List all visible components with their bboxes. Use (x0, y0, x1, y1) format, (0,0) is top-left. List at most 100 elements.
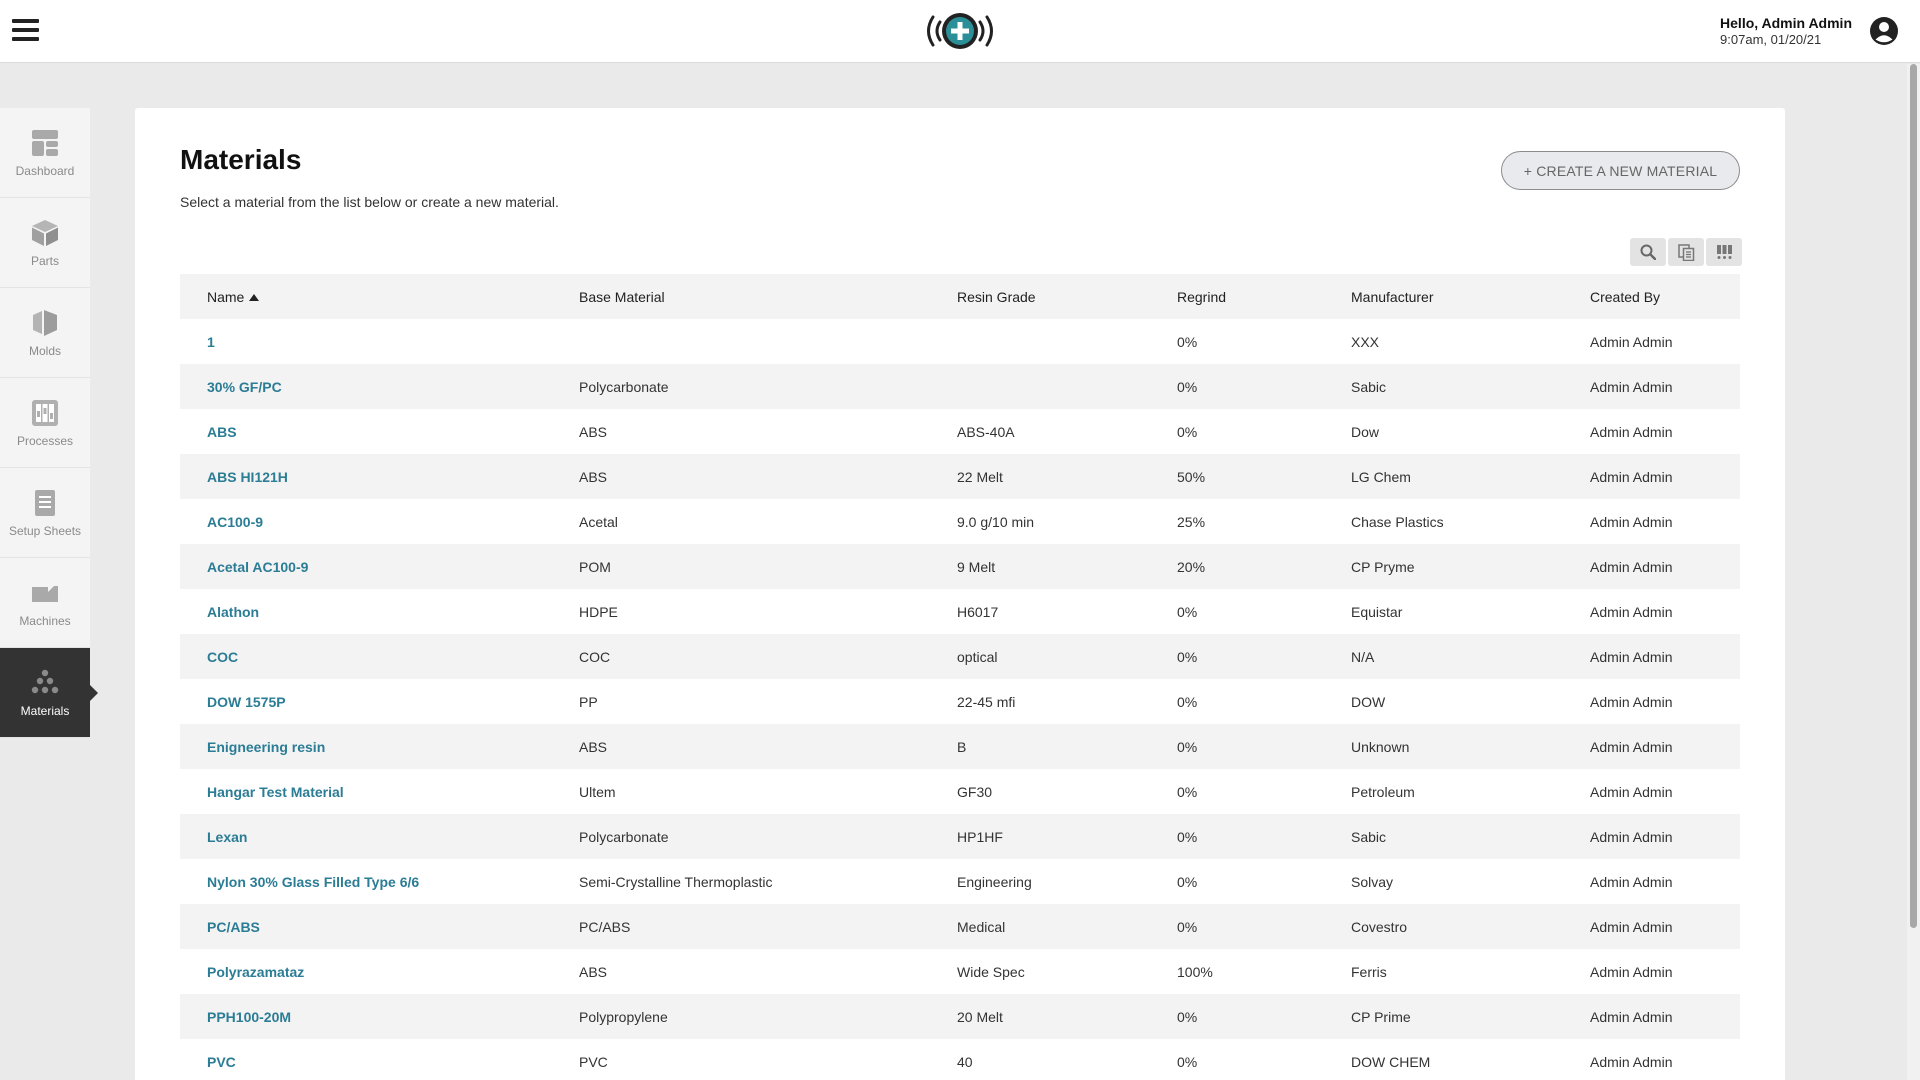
table-cell: Admin Admin (1590, 783, 1673, 800)
material-name-link[interactable]: PPH100-20M (207, 1009, 291, 1025)
material-name-link[interactable]: AC100-9 (207, 514, 263, 530)
table-cell: XXX (1351, 333, 1380, 350)
user-circle-icon[interactable] (1869, 16, 1899, 46)
materials-card: Materials Select a material from the lis… (135, 108, 1785, 1080)
table-cell: 0% (1177, 693, 1198, 710)
column-header-base-material[interactable]: Base Material (579, 289, 957, 305)
table-row[interactable]: COC COC optical 0% N/A Admin Admin (180, 634, 1740, 679)
page-scrollbar[interactable] (1907, 64, 1920, 1080)
table-row[interactable]: Hangar Test Material Ultem GF30 0% Petroleum… (180, 769, 1740, 814)
table-row[interactable]: PC/ABS PC/ABS Medical 0% Covestro Admin Admin (180, 904, 1740, 949)
column-header-created-by[interactable]: Created By (1590, 289, 1740, 305)
table-row[interactable]: PPH100-20M Polypropylene 20 Melt 0% CP Prime… (180, 994, 1740, 1039)
table-cell-name: Lexan (180, 829, 579, 845)
table-row[interactable]: AC100-9 Acetal 9.0 g/10 min 25% Chase Plasti… (180, 499, 1740, 544)
table-cell: H6017 (957, 603, 999, 620)
material-name-link[interactable]: 30% GF/PC (207, 379, 282, 395)
material-name-link[interactable]: Acetal AC100-9 (207, 559, 308, 575)
sidebar-item-parts[interactable]: Parts (0, 198, 90, 288)
column-header-regrind[interactable]: Regrind (1177, 289, 1351, 305)
table-cell: 9 Melt (957, 558, 996, 575)
copy-button[interactable] (1668, 238, 1704, 266)
table-cell: 22-45 mfi (957, 693, 1016, 710)
table-cell: 0% (1177, 783, 1198, 800)
table-row[interactable]: Alathon HDPE H6017 0% Equistar Admin Admin (180, 589, 1740, 634)
table-cell: 22 Melt (957, 468, 1003, 485)
table-toolbar (1630, 238, 1742, 266)
table-cell: Admin Admin (1590, 513, 1673, 530)
table-cell: PP (579, 693, 598, 710)
table-row[interactable]: Lexan Polycarbonate HP1HF 0% Sabic Admin Admi… (180, 814, 1740, 859)
material-name-link[interactable]: Hangar Test Material (207, 784, 344, 800)
column-header-resin-grade[interactable]: Resin Grade (957, 289, 1177, 305)
table-cell: GF30 (957, 783, 993, 800)
columns-button[interactable] (1706, 238, 1742, 266)
sidebar-item-dashboard[interactable]: Dashboard (0, 108, 90, 198)
table-row[interactable]: Nylon 30% Glass Filled Type 6/6 Semi-Crys… (180, 859, 1740, 904)
sidebar-item-machines[interactable]: Machines (0, 558, 90, 648)
table-cell-name: Enigneering resin (180, 739, 579, 755)
table-cell: 0% (1177, 1008, 1198, 1025)
material-name-link[interactable]: Enigneering resin (207, 739, 325, 755)
table-cell: Admin Admin (1590, 693, 1673, 710)
table-row[interactable]: Acetal AC100-9 POM 9 Melt 20% CP Pryme Admin … (180, 544, 1740, 589)
material-name-link[interactable]: ABS HI121H (207, 469, 288, 485)
table-row[interactable]: DOW 1575P PP 22-45 mfi 0% DOW Admin Admin (180, 679, 1740, 724)
table-row[interactable]: 30% GF/PC Polycarbonate 0% Sabic Admin Admin (180, 364, 1740, 409)
table-cell: 0% (1177, 918, 1198, 935)
table-row[interactable]: ABS HI121H ABS 22 Melt 50% LG Chem Admin Admi… (180, 454, 1740, 499)
table-cell-name: PVC (180, 1054, 579, 1070)
top-bar: Hello, Admin Admin 9:07am, 01/20/21 (0, 0, 1920, 63)
material-name-link[interactable]: Polyrazamataz (207, 964, 304, 980)
table-cell: Engineering (957, 873, 1032, 890)
table-row[interactable]: ABS ABS ABS-40A 0% Dow Admin Admin (180, 409, 1740, 454)
material-name-link[interactable]: DOW 1575P (207, 694, 286, 710)
table-row[interactable]: Polyrazamataz ABS Wide Spec 100% Ferris Admin… (180, 949, 1740, 994)
table-row[interactable]: Enigneering resin ABS B 0% Unknown Admin Admi… (180, 724, 1740, 769)
material-name-link[interactable]: Nylon 30% Glass Filled Type 6/6 (207, 874, 419, 890)
processes-icon (32, 399, 58, 426)
sidebar-item-processes[interactable]: Processes (0, 378, 90, 468)
column-header-name[interactable]: Name (180, 289, 579, 305)
material-name-link[interactable]: Lexan (207, 829, 247, 845)
plus-signal-logo[interactable] (921, 8, 999, 54)
table-cell-name: Polyrazamataz (180, 964, 579, 980)
dashboard-icon (32, 129, 58, 156)
material-name-link[interactable]: COC (207, 649, 238, 665)
table-cell-name: Alathon (180, 604, 579, 620)
sidebar-item-materials[interactable]: Materials (0, 648, 98, 738)
material-name-link[interactable]: PC/ABS (207, 919, 260, 935)
material-name-link[interactable]: ABS (207, 424, 237, 440)
table-cell-name: PC/ABS (180, 919, 579, 935)
table-cell: HP1HF (957, 828, 1003, 845)
hamburger-icon[interactable] (12, 19, 40, 43)
table-cell-name: Hangar Test Material (180, 784, 579, 800)
material-name-link[interactable]: PVC (207, 1054, 236, 1070)
table-cell: ABS (579, 738, 608, 755)
table-cell: Admin Admin (1590, 873, 1673, 890)
table-cell: Wide Spec (957, 963, 1025, 980)
user-greeting: Hello, Admin Admin (1720, 15, 1852, 31)
table-cell: Acetal (579, 513, 618, 530)
table-cell: Semi-Crystalline Thermoplastic (579, 873, 773, 890)
table-row[interactable]: PVC PVC 40 0% DOW CHEM Admin Admin (180, 1039, 1740, 1080)
sidebar-nav: Dashboard Parts Molds Processes Setup Sh… (0, 108, 98, 738)
table-cell: LG Chem (1351, 468, 1411, 485)
table-row[interactable]: 1 0% XXX Admin Admin (180, 319, 1740, 364)
scrollbar-thumb[interactable] (1910, 64, 1917, 928)
sidebar-item-setup-sheets[interactable]: Setup Sheets (0, 468, 90, 558)
document-icon (35, 489, 55, 516)
table-cell: DOW CHEM (1351, 1053, 1431, 1070)
table-cell: Equistar (1351, 603, 1403, 620)
material-name-link[interactable]: 1 (207, 334, 215, 350)
search-button[interactable] (1630, 238, 1666, 266)
table-cell-name: COC (180, 649, 579, 665)
create-material-button[interactable]: + CREATE A NEW MATERIAL (1501, 151, 1740, 190)
column-header-manufacturer[interactable]: Manufacturer (1351, 289, 1590, 305)
table-cell: 0% (1177, 1053, 1198, 1070)
table-cell: B (957, 738, 967, 755)
material-name-link[interactable]: Alathon (207, 604, 259, 620)
sidebar-item-molds[interactable]: Molds (0, 288, 90, 378)
table-cell: 20% (1177, 558, 1206, 575)
table-cell: Polypropylene (579, 1008, 668, 1025)
